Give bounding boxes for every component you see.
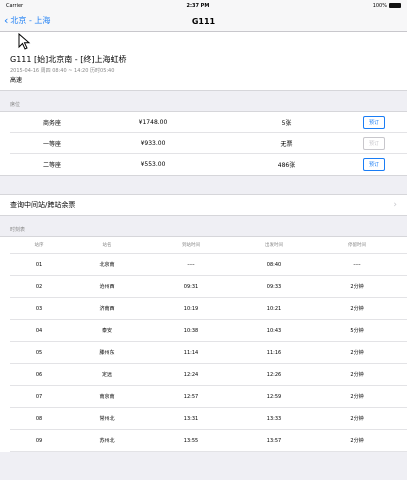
depart-time: 13:57 xyxy=(266,437,282,444)
depart-time: 09:33 xyxy=(266,283,282,290)
page-title: G111 xyxy=(191,17,216,26)
header-arrive: 到站时间 xyxy=(182,243,200,248)
seat-price: ¥933.00 xyxy=(140,139,166,147)
depart-time: 13:33 xyxy=(266,415,282,422)
stop-no: 05 xyxy=(35,349,43,356)
depart-time: 11:16 xyxy=(266,349,282,356)
stay-time: 2分钟 xyxy=(350,284,364,290)
arrive-time: 10:38 xyxy=(183,327,199,334)
schedule-row: 05 滕州东 11:14 11:16 2分钟 xyxy=(10,342,407,364)
seat-name: 一等座 xyxy=(42,140,61,148)
status-bar: Carrier 2:37 PM 100% xyxy=(0,0,407,12)
stop-no: 06 xyxy=(35,371,43,378)
schedule-row: 01 北京南 ---- 08:40 ---- xyxy=(10,254,407,276)
stop-no: 09 xyxy=(35,437,43,444)
arrive-time: 13:55 xyxy=(183,437,199,444)
book-button[interactable]: 预订 xyxy=(363,158,385,171)
stay-time: ---- xyxy=(353,261,361,268)
back-button[interactable]: ‹ 北京 - 上海 xyxy=(4,15,50,26)
stop-no: 02 xyxy=(35,283,43,290)
schedule-section-header: 时刻表 xyxy=(10,227,26,233)
arrive-time: 13:31 xyxy=(183,415,199,422)
battery-icon xyxy=(388,3,401,8)
query-label: 查询中间站/跨站余票 xyxy=(10,201,76,209)
query-intermediate-stations-row[interactable]: 查询中间站/跨站余票 › xyxy=(0,194,407,216)
station-name: 滕州东 xyxy=(99,350,115,356)
stop-no: 07 xyxy=(35,393,43,400)
arrive-time: 12:24 xyxy=(183,371,199,378)
schedule-row: 06 定远 12:24 12:26 2分钟 xyxy=(10,364,407,386)
seat-count: 486张 xyxy=(277,162,296,169)
train-type: 高速 xyxy=(10,77,23,84)
depart-time: 10:43 xyxy=(266,327,282,334)
depart-time: 08:40 xyxy=(266,261,282,268)
station-name: 定远 xyxy=(101,372,112,378)
schedule-row: 09 苏州北 13:55 13:57 2分钟 xyxy=(10,430,407,452)
schedule-row: 02 沧州西 09:31 09:33 2分钟 xyxy=(10,276,407,298)
schedule-table: 站序 站名 到站时间 出发时间 停留时间 01 北京南 ---- 08:40 ---- 0… xyxy=(0,236,407,452)
seat-row: 商务座 ¥1748.00 5张 预订 xyxy=(10,112,407,133)
chevron-right-icon: › xyxy=(393,200,397,210)
stop-no: 03 xyxy=(35,305,43,312)
train-info-card: G111 [始]北京南 - [终]上海虹桥 2015-04-16 周四 08:4… xyxy=(0,32,407,91)
stay-time: 2分钟 xyxy=(350,394,364,400)
station-name: 济南西 xyxy=(99,306,115,312)
seat-name: 二等座 xyxy=(42,162,61,169)
back-label: 北京 - 上海 xyxy=(10,16,51,25)
header-station: 站名 xyxy=(102,243,112,248)
mouse-pointer-icon xyxy=(18,33,31,50)
stay-time: 2分钟 xyxy=(350,416,364,422)
book-button[interactable]: 预订 xyxy=(363,136,385,150)
seat-count: 无票 xyxy=(280,140,293,148)
station-name: 常州北 xyxy=(99,416,115,422)
arrive-time: 11:14 xyxy=(183,349,199,356)
train-title: G111 [始]北京南 - [终]上海虹桥 xyxy=(10,55,127,64)
battery-indicator: 100% xyxy=(373,3,401,9)
station-name: 泰安 xyxy=(101,328,112,334)
navigation-bar: ‹ 北京 - 上海 G111 xyxy=(0,12,407,32)
stop-no: 08 xyxy=(35,415,43,422)
seat-count: 5张 xyxy=(281,119,292,127)
battery-percent: 100% xyxy=(372,3,387,9)
seat-name: 商务座 xyxy=(42,119,61,127)
station-name: 北京南 xyxy=(99,262,115,268)
arrive-time: 12:57 xyxy=(183,393,199,400)
depart-time: 10:21 xyxy=(266,305,282,312)
depart-time: 12:59 xyxy=(266,393,282,400)
schedule-row: 04 泰安 10:38 10:43 5分钟 xyxy=(10,320,407,342)
arrive-time: 09:31 xyxy=(183,283,199,290)
seat-row: 二等座 ¥553.00 486张 预订 xyxy=(10,154,407,175)
depart-time: 12:26 xyxy=(266,371,282,378)
header-stay: 停留时间 xyxy=(348,243,366,248)
book-button[interactable]: 预订 xyxy=(363,115,385,129)
clock: 2:37 PM xyxy=(186,3,210,9)
stay-time: 5分钟 xyxy=(350,328,364,334)
stop-no: 01 xyxy=(35,261,43,268)
station-name: 南京南 xyxy=(99,394,115,400)
header-stop-no: 站序 xyxy=(34,243,44,248)
seat-row: 一等座 ¥933.00 无票 预订 xyxy=(10,133,407,154)
schedule-row: 03 济南西 10:19 10:21 2分钟 xyxy=(10,298,407,320)
station-name: 沧州西 xyxy=(99,284,115,290)
arrive-time: 10:19 xyxy=(183,305,199,312)
stay-time: 2分钟 xyxy=(350,350,364,356)
carrier-label: Carrier xyxy=(6,3,24,9)
stay-time: 2分钟 xyxy=(350,372,364,378)
arrive-time: ---- xyxy=(187,261,195,268)
seat-price: ¥1748.00 xyxy=(138,118,168,126)
schedule-row: 07 南京南 12:57 12:59 2分钟 xyxy=(10,386,407,408)
seat-list: 商务座 ¥1748.00 5张 预订 一等座 ¥933.00 无票 预订 二等座 ¥553.00 4… xyxy=(0,111,407,176)
schedule-row: 08 常州北 13:31 13:33 2分钟 xyxy=(10,408,407,430)
stay-time: 2分钟 xyxy=(350,438,364,444)
header-depart: 出发时间 xyxy=(265,243,283,248)
seat-price: ¥553.00 xyxy=(140,161,166,168)
stop-no: 04 xyxy=(35,327,43,334)
schedule-header-row: 站序 站名 到站时间 出发时间 停留时间 xyxy=(10,237,407,254)
station-name: 苏州北 xyxy=(99,438,115,444)
seat-section-header: 席位 xyxy=(10,102,21,108)
chevron-left-icon: ‹ xyxy=(4,14,9,27)
stay-time: 2分钟 xyxy=(350,306,364,312)
train-date-time: 2015-04-16 周四 08:40 ~ 14:20 历时05:40 xyxy=(10,68,115,74)
